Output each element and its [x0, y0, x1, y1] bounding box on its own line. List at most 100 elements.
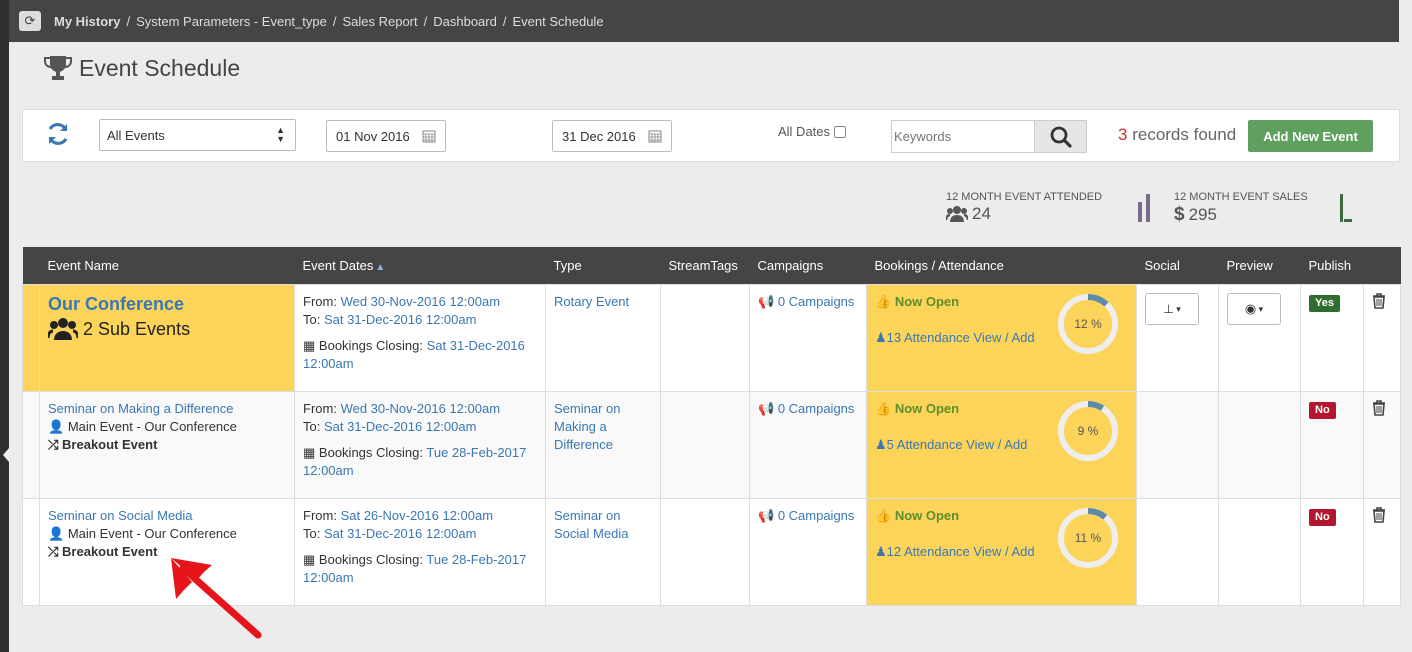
streamtags-cell: [660, 283, 750, 392]
add-new-event-button[interactable]: Add New Event: [1248, 120, 1373, 152]
records-found: 3 records found: [1118, 125, 1237, 144]
col-publish[interactable]: Publish: [1300, 247, 1364, 284]
select-arrows-icon: ▲ ▼: [276, 125, 285, 144]
keyword-search: [891, 120, 1087, 153]
col-campaigns[interactable]: Campaigns: [749, 247, 867, 284]
campaigns-link[interactable]: 📢 0 Campaigns: [758, 401, 854, 416]
person-icon: ♟: [875, 543, 887, 559]
col-streamtags[interactable]: StreamTags: [660, 247, 750, 284]
campaigns-cell: 📢 0 Campaigns: [749, 283, 867, 392]
breadcrumb-my-history[interactable]: My History: [54, 14, 120, 29]
attendance-donut: 12 %: [1057, 293, 1119, 355]
social-cell: [1136, 497, 1219, 606]
event-filter-select[interactable]: All Events ▲ ▼: [99, 119, 296, 151]
event-dates-cell: From: Wed 30-Nov-2016 12:00am To: Sat 31…: [294, 283, 546, 392]
all-dates-checkbox[interactable]: [834, 125, 847, 138]
trash-icon[interactable]: [1372, 399, 1386, 416]
campaigns-link[interactable]: 📢 0 Campaigns: [758, 508, 854, 523]
preview-cell: [1218, 497, 1301, 606]
trash-icon[interactable]: [1372, 506, 1386, 523]
publish-cell: No: [1300, 390, 1364, 499]
calendar-icon: ▦: [303, 444, 316, 460]
event-name-link[interactable]: Our Conference: [48, 293, 286, 315]
campaigns-cell: 📢 0 Campaigns: [749, 390, 867, 499]
user-icon: 👤: [48, 525, 65, 541]
stat-event-sales: 12 MONTH EVENT SALES $295: [1174, 191, 1308, 225]
megaphone-icon: 📢: [758, 507, 775, 523]
bookings-cell: 👍 Now Open ♟5 Attendance View / Add 9 %: [866, 390, 1137, 499]
thumbs-up-icon: 👍: [875, 400, 892, 416]
sidebar-toggle-icon[interactable]: [3, 448, 9, 462]
attendance-donut: 11 %: [1057, 507, 1119, 569]
event-dates-cell: From: Sat 26-Nov-2016 12:00am To: Sat 31…: [294, 497, 546, 606]
all-dates-toggle[interactable]: All Dates: [778, 124, 847, 139]
col-type[interactable]: Type: [545, 247, 661, 284]
calendar-icon: ▦: [303, 551, 316, 567]
trophy-icon: [44, 56, 72, 80]
table-header-row: Event Name Event Dates ▲ Type StreamTags …: [22, 247, 1401, 284]
col-event-dates[interactable]: Event Dates ▲: [294, 247, 546, 284]
refresh-icon[interactable]: [45, 121, 71, 147]
type-cell: Seminar on Making a Difference: [545, 390, 661, 499]
history-refresh-icon[interactable]: ⟳: [19, 11, 41, 31]
social-cell: ⊥ ▾: [1136, 283, 1219, 392]
type-cell: Rotary Event: [545, 283, 661, 392]
filter-bar: All Events ▲ ▼ 01 Nov 2016 31 Dec 2016 All…: [22, 109, 1400, 162]
trash-icon[interactable]: [1372, 292, 1386, 309]
person-icon: ♟: [875, 436, 887, 452]
page-title-text: Event Schedule: [79, 54, 241, 81]
person-icon: ♟: [875, 329, 887, 345]
breadcrumb-system-parameters[interactable]: System Parameters - Event_type: [136, 14, 327, 29]
type-cell: Seminar on Social Media: [545, 497, 661, 606]
col-bookings[interactable]: Bookings / Attendance: [866, 247, 1137, 284]
search-button[interactable]: [1034, 121, 1086, 152]
publish-badge[interactable]: Yes: [1309, 294, 1340, 312]
attendance-donut: 9 %: [1057, 400, 1119, 462]
breadcrumb-event-schedule[interactable]: Event Schedule: [512, 14, 603, 29]
shuffle-icon: ⤮: [48, 436, 59, 452]
table-row: Seminar on Making a Difference 👤 Main Ev…: [22, 390, 1401, 499]
col-event-name[interactable]: Event Name: [39, 247, 295, 284]
event-name-cell: Seminar on Making a Difference 👤 Main Ev…: [39, 390, 295, 499]
preview-cell: ◉ ▾: [1218, 283, 1301, 392]
preview-dropdown[interactable]: ◉ ▾: [1227, 292, 1281, 325]
page-title: Event Schedule: [43, 54, 240, 82]
calendar-icon[interactable]: [413, 121, 445, 151]
left-sidebar-edge: [0, 0, 9, 652]
breadcrumb-sales-report[interactable]: Sales Report: [342, 14, 417, 29]
publish-cell: No: [1300, 497, 1364, 606]
thumbs-up-icon: 👍: [875, 293, 892, 309]
stat-events-attended: 12 MONTH EVENT ATTENDED 24: [946, 191, 1103, 223]
delete-cell: [1363, 390, 1401, 499]
publish-badge[interactable]: No: [1309, 508, 1336, 526]
shuffle-icon: ⤮: [48, 543, 59, 559]
top-breadcrumb-bar: ⟳ My History / System Parameters - Event_…: [9, 0, 1399, 42]
calendar-icon[interactable]: [639, 121, 671, 151]
annotation-arrow-icon: [171, 558, 262, 639]
sitemap-icon: ⊥: [1163, 301, 1174, 316]
col-social[interactable]: Social: [1136, 247, 1219, 284]
event-dates-cell: From: Wed 30-Nov-2016 12:00am To: Sat 31…: [294, 390, 546, 499]
campaigns-link[interactable]: 📢 0 Campaigns: [758, 294, 854, 309]
col-preview[interactable]: Preview: [1218, 247, 1301, 284]
campaigns-cell: 📢 0 Campaigns: [749, 497, 867, 606]
delete-cell: [1363, 283, 1401, 392]
bookings-cell: 👍 Now Open ♟13 Attendance View / Add 12 …: [866, 283, 1137, 392]
event-name-link[interactable]: Seminar on Social Media: [48, 507, 286, 525]
sub-events[interactable]: 2 Sub Events: [48, 317, 286, 341]
date-from-input[interactable]: 01 Nov 2016: [326, 120, 446, 152]
social-dropdown[interactable]: ⊥ ▾: [1145, 292, 1199, 325]
thumbs-up-icon: 👍: [875, 507, 892, 523]
users-icon: [946, 206, 968, 222]
events-table: Event Name Event Dates ▲ Type StreamTags …: [22, 247, 1401, 606]
streamtags-cell: [660, 390, 750, 499]
date-to-input[interactable]: 31 Dec 2016: [552, 120, 672, 152]
delete-cell: [1363, 497, 1401, 606]
dollar-icon: $: [1174, 204, 1185, 225]
keyword-input[interactable]: [892, 121, 1034, 152]
event-name-link[interactable]: Seminar on Making a Difference: [48, 400, 286, 418]
sort-asc-icon: ▲: [375, 261, 386, 273]
breadcrumb-dashboard[interactable]: Dashboard: [433, 14, 497, 29]
table-row: Our Conference 2 Sub Events From: Wed 30…: [22, 283, 1401, 392]
publish-badge[interactable]: No: [1309, 401, 1336, 419]
